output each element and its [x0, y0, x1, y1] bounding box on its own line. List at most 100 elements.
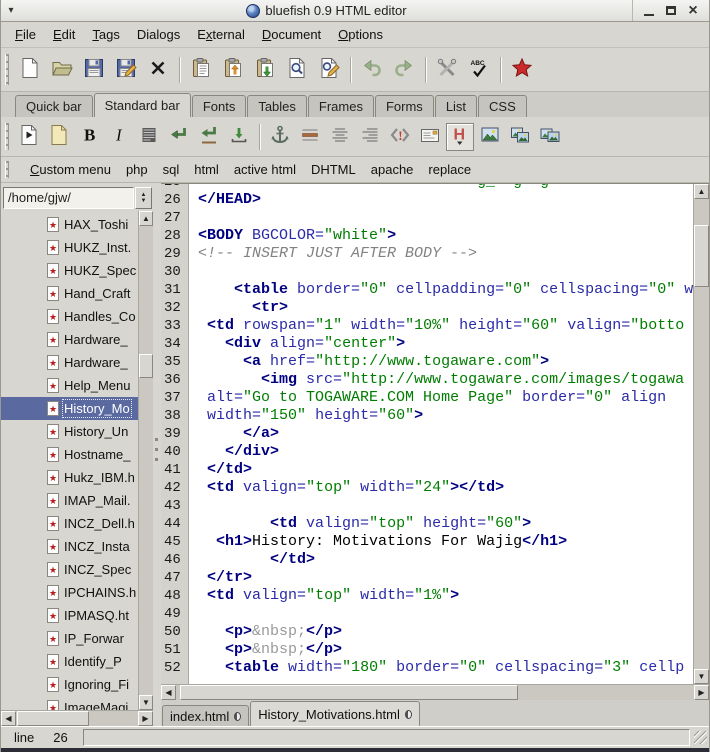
redo-button[interactable]: [389, 54, 419, 86]
code-line[interactable]: 31 <table border="0" cellpadding="0" cel…: [161, 281, 693, 299]
editor-scroll-thumb[interactable]: [694, 225, 709, 287]
tab-fonts[interactable]: Fonts: [192, 95, 247, 117]
project-button[interactable]: [507, 54, 537, 86]
code-line[interactable]: 50 <p>&nbsp;</p>: [161, 623, 693, 641]
filelist-scroll-right-button[interactable]: ▶: [138, 711, 153, 726]
filelist-scroll-thumb[interactable]: [139, 354, 153, 378]
menu-document[interactable]: Document: [262, 27, 321, 42]
center-button[interactable]: [326, 123, 354, 151]
file-item-hukz-inst[interactable]: ★HUKZ_Inst.: [1, 236, 138, 259]
code-line[interactable]: 37 alt="Go to TOGAWARE.COM Home Page" bo…: [161, 389, 693, 407]
file-item-imagemagi[interactable]: ★ImageMagi: [1, 696, 138, 710]
code-line[interactable]: 43: [161, 497, 693, 515]
filelist-scroll-left-button[interactable]: ◀: [1, 711, 16, 726]
file-item-imap-mail[interactable]: ★IMAP_Mail.: [1, 489, 138, 512]
heading-button[interactable]: H: [446, 123, 474, 151]
save-button[interactable]: [79, 54, 109, 86]
file-item-history-un[interactable]: ★History_Un: [1, 420, 138, 443]
file-item-ip-forwar[interactable]: ★IP_Forwar: [1, 627, 138, 650]
file-item-ipmasq-ht[interactable]: ★IPMASQ.ht: [1, 604, 138, 627]
file-item-hukz-ibm-h[interactable]: ★Hukz_IBM.h: [1, 466, 138, 489]
menu-dialogs[interactable]: Dialogs: [137, 27, 180, 42]
editor-scroll-right-button[interactable]: ▶: [694, 685, 709, 700]
code-line[interactable]: 49: [161, 605, 693, 623]
tab-css[interactable]: CSS: [478, 95, 527, 117]
menu-options[interactable]: Options: [338, 27, 383, 42]
file-item-identify-p[interactable]: ★Identify_P: [1, 650, 138, 673]
file-item-handles-co[interactable]: ★Handles_Co: [1, 305, 138, 328]
email-button[interactable]: [416, 123, 444, 151]
custom-menu-custom-menu[interactable]: Custom menu: [30, 162, 111, 177]
directory-path-input[interactable]: [3, 187, 134, 209]
find-replace-button[interactable]: [314, 54, 344, 86]
editor-hscroll-thumb[interactable]: [180, 685, 518, 700]
break-button[interactable]: [165, 123, 193, 151]
file-item-hukz-spec[interactable]: ★HUKZ_Spec: [1, 259, 138, 282]
tab-forms[interactable]: Forms: [375, 95, 434, 117]
body-button[interactable]: [45, 123, 73, 151]
custom-menu-active-html[interactable]: active html: [234, 162, 296, 177]
non-breaking-space-button[interactable]: [225, 123, 253, 151]
code-line[interactable]: 48 <td valign="top" width="1%">: [161, 587, 693, 605]
code-line[interactable]: 36 <img src="http://www.togaware.com/ima…: [161, 371, 693, 389]
anchor-button[interactable]: [266, 123, 294, 151]
resize-grip[interactable]: [694, 731, 707, 744]
rule-button[interactable]: [296, 123, 324, 151]
editor-scroll-left-button[interactable]: ◀: [161, 685, 176, 700]
toolbar-drag-handle[interactable]: [5, 161, 9, 179]
custom-menu-dhtml[interactable]: DHTML: [311, 162, 356, 177]
spell-check-button[interactable]: ABC: [464, 54, 494, 86]
menu-edit[interactable]: Edit: [53, 27, 75, 42]
undo-button[interactable]: [357, 54, 387, 86]
image-button[interactable]: [476, 123, 504, 151]
code-line[interactable]: 27: [161, 209, 693, 227]
code-line[interactable]: 41 </td>: [161, 461, 693, 479]
save-as-button[interactable]: [111, 54, 141, 86]
code-line[interactable]: 32 <tr>: [161, 299, 693, 317]
file-item-incz-dell-h[interactable]: ★INCZ_Dell.h: [1, 512, 138, 535]
italic-button[interactable]: I: [105, 123, 133, 151]
close-button[interactable]: [143, 54, 173, 86]
copy-button[interactable]: [186, 54, 216, 86]
menu-tags[interactable]: Tags: [92, 27, 119, 42]
code-line[interactable]: 34 <div align="center">: [161, 335, 693, 353]
code-line[interactable]: 29<!-- INSERT JUST AFTER BODY -->: [161, 245, 693, 263]
doc-tab-index-html[interactable]: index.html: [162, 705, 249, 726]
code-line[interactable]: 28<BODY BGCOLOR="white">: [161, 227, 693, 245]
file-item-ipchains-h[interactable]: ★IPCHAINS.h: [1, 581, 138, 604]
tab-standard-bar[interactable]: Standard bar: [94, 93, 191, 117]
new-button[interactable]: [15, 54, 45, 86]
file-item-history-mo[interactable]: ★History_Mo: [1, 397, 138, 420]
file-item-help-menu[interactable]: ★Help_Menu: [1, 374, 138, 397]
file-item-ignoring-fi[interactable]: ★Ignoring_Fi: [1, 673, 138, 696]
editor-scroll-track[interactable]: [694, 199, 709, 669]
break-clear-button[interactable]: [195, 123, 223, 151]
editor-scroll-up-button[interactable]: ▲: [694, 184, 709, 199]
tab-quick-bar[interactable]: Quick bar: [15, 95, 93, 117]
directory-spinner[interactable]: ▲▼: [135, 187, 152, 209]
toolbar-drag-handle[interactable]: [5, 54, 9, 84]
window-menu-icon[interactable]: ▾: [1, 5, 21, 16]
file-item-hax-toshi[interactable]: ★HAX_Toshi: [1, 213, 138, 236]
paragraph-button[interactable]: [135, 123, 163, 151]
tab-frames[interactable]: Frames: [308, 95, 374, 117]
toolbar-drag-handle[interactable]: [5, 123, 9, 150]
thumbnail-button[interactable]: [506, 123, 534, 151]
quickstart-button[interactable]: [15, 123, 43, 151]
open-button[interactable]: [47, 54, 77, 86]
file-item-incz-spec[interactable]: ★INCZ_Spec: [1, 558, 138, 581]
filelist-hscroll-thumb[interactable]: [17, 711, 89, 726]
code-line[interactable]: 35 <a href="http://www.togaware.com">: [161, 353, 693, 371]
code-line[interactable]: 51 <p>&nbsp;</p>: [161, 641, 693, 659]
code-line[interactable]: 30: [161, 263, 693, 281]
menu-file[interactable]: File: [15, 27, 36, 42]
find-button[interactable]: [282, 54, 312, 86]
tab-list[interactable]: List: [435, 95, 477, 117]
code-line[interactable]: 47 </tr>: [161, 569, 693, 587]
code-line[interactable]: 46 </td>: [161, 551, 693, 569]
code-line[interactable]: 45 <h1>History: Motivations For Wajig</h…: [161, 533, 693, 551]
file-item-incz-insta[interactable]: ★INCZ_Insta: [1, 535, 138, 558]
bold-button[interactable]: B: [75, 123, 103, 151]
comment-button[interactable]: !: [386, 123, 414, 151]
file-item-hand-craft[interactable]: ★Hand_Craft: [1, 282, 138, 305]
